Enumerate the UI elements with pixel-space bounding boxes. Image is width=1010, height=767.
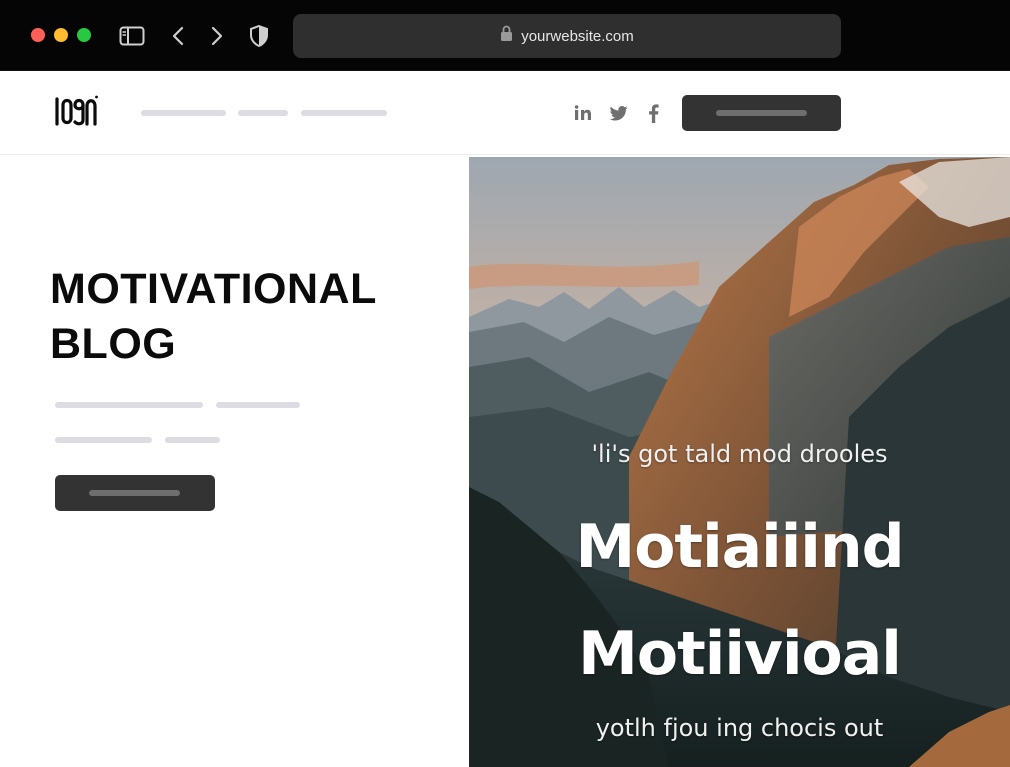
hero-cta-button[interactable] bbox=[55, 475, 215, 511]
forward-icon[interactable] bbox=[203, 22, 231, 50]
back-icon[interactable] bbox=[164, 22, 192, 50]
button-label-placeholder bbox=[716, 110, 807, 116]
hero-title: MOTIVATIONAL BLOG bbox=[50, 262, 450, 372]
logo[interactable] bbox=[53, 93, 99, 131]
browser-toolbar: yourwebsite.com bbox=[0, 0, 1010, 71]
site-header bbox=[0, 71, 1010, 155]
minimize-window-button[interactable] bbox=[54, 28, 68, 42]
close-window-button[interactable] bbox=[31, 28, 45, 42]
image-caption-bottom: yotlh fjou ing chocis out bbox=[595, 714, 884, 742]
text-placeholder-line bbox=[216, 402, 300, 408]
sidebar-icon[interactable] bbox=[118, 22, 146, 50]
url-text: yourwebsite.com bbox=[521, 27, 634, 45]
address-bar[interactable]: yourwebsite.com bbox=[293, 14, 841, 58]
nav-link-placeholder[interactable] bbox=[141, 110, 226, 116]
image-headline: Motiivioal bbox=[578, 619, 902, 689]
maximize-window-button[interactable] bbox=[77, 28, 91, 42]
header-cta-button[interactable] bbox=[682, 95, 841, 131]
nav-link-placeholder[interactable] bbox=[301, 110, 387, 116]
hero-title-line: BLOG bbox=[50, 320, 177, 368]
image-headline: Motiaiiind bbox=[575, 512, 904, 582]
browser-window: yourwebsite.com MOTIVATIONAL BLOG 'li's … bbox=[0, 0, 1010, 767]
nav-link-placeholder[interactable] bbox=[238, 110, 288, 116]
text-placeholder-line bbox=[55, 437, 152, 443]
twitter-icon[interactable] bbox=[608, 102, 630, 124]
lock-icon bbox=[500, 25, 513, 47]
facebook-icon[interactable] bbox=[642, 102, 664, 124]
text-placeholder-line bbox=[55, 402, 203, 408]
text-placeholder-line bbox=[165, 437, 220, 443]
linkedin-icon[interactable] bbox=[572, 102, 594, 124]
shield-icon[interactable] bbox=[245, 22, 273, 50]
hero-title-line: MOTIVATIONAL bbox=[50, 265, 377, 313]
button-label-placeholder bbox=[89, 490, 180, 496]
image-caption-top: 'li's got tald mod drooles bbox=[591, 440, 888, 468]
hero-image: 'li's got tald mod drooles Motiaiiind Mo… bbox=[469, 157, 1010, 767]
